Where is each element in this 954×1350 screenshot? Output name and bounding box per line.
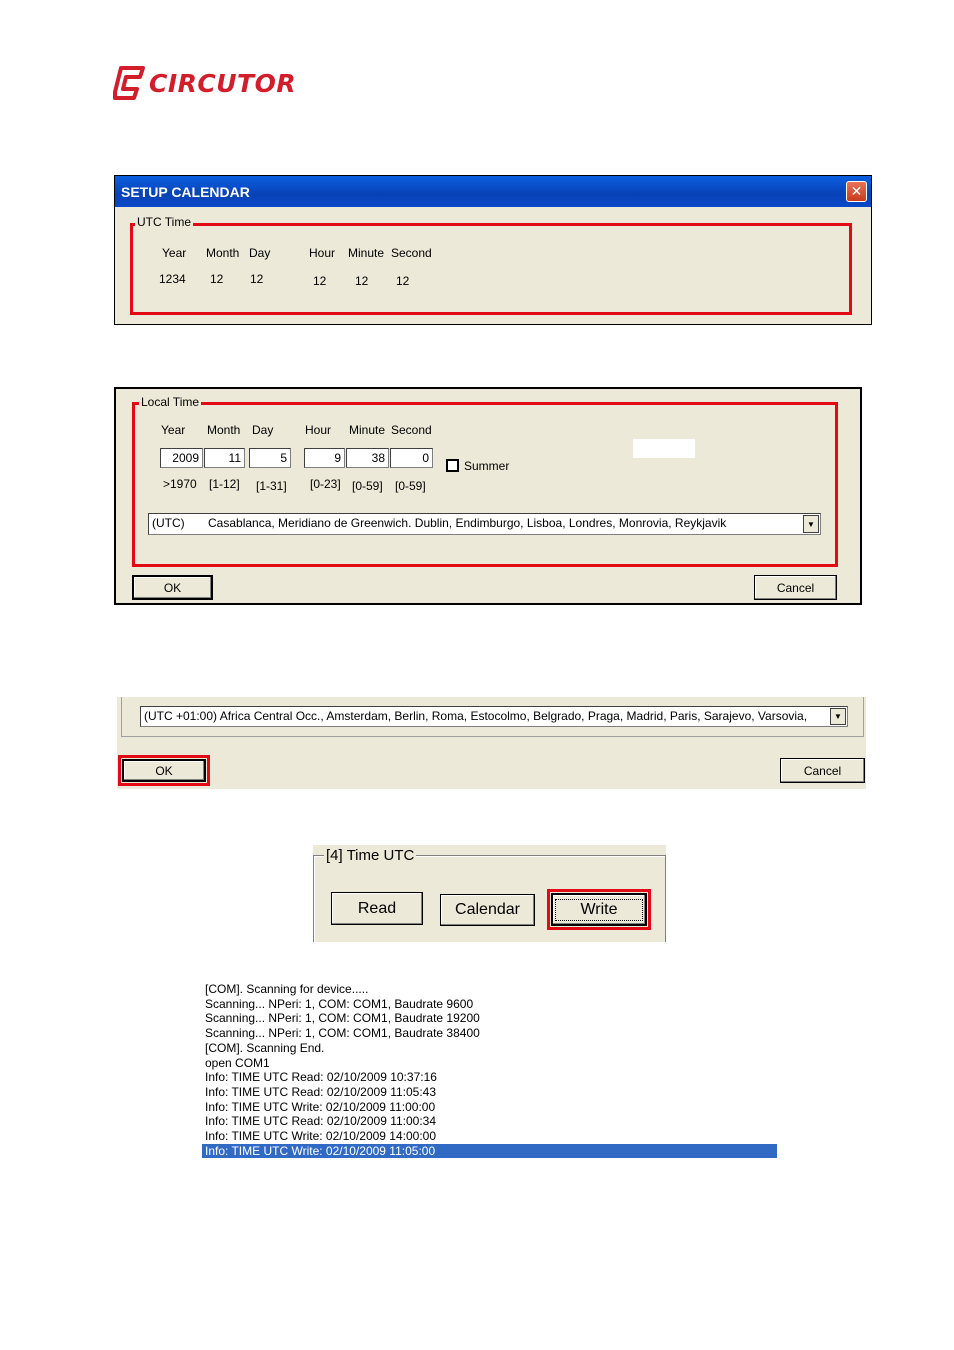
day-header: Day [249, 246, 271, 260]
day-header: Day [252, 423, 274, 437]
minute-range: [0-59] [352, 479, 383, 493]
hour-header: Hour [309, 246, 336, 260]
write-button-label: Write [555, 898, 643, 921]
read-button[interactable]: Read [331, 892, 423, 925]
local-time-dialog: Local Time Year Month Day Hour Minute Se… [114, 387, 862, 605]
list-item: Info: TIME UTC Read: 02/10/2009 11:05:43 [205, 1084, 437, 1099]
list-item: Scanning... NPeri: 1, COM: COM1, Baudrat… [205, 996, 474, 1011]
second-header: Second [391, 423, 432, 437]
second-range: [0-59] [395, 479, 426, 493]
year-value: 1234 [159, 272, 186, 286]
month-input[interactable]: 11 [204, 448, 245, 468]
company-logo: CIRCUTOR [113, 66, 296, 100]
list-item: Scanning... NPeri: 1, COM: COM1, Baudrat… [205, 1026, 480, 1041]
timezone-text: (UTC +01:00) Africa Central Occ., Amster… [144, 709, 808, 723]
ok-button[interactable]: OK [132, 575, 213, 600]
day-value: 12 [250, 272, 264, 286]
hour-header: Hour [305, 423, 332, 437]
timezone-select[interactable]: (UTC +01:00) Africa Central Occ., Amster… [140, 706, 848, 727]
second-input[interactable]: 0 [390, 448, 433, 468]
calendar-button[interactable]: Calendar [440, 894, 535, 926]
hour-value: 12 [313, 274, 327, 288]
summer-label: Summer [464, 459, 510, 473]
list-item: Info: TIME UTC Write: 02/10/2009 11:00:0… [205, 1099, 436, 1114]
minute-header: Minute [348, 246, 385, 260]
log-list[interactable]: [COM]. Scanning for device..... Scanning… [202, 982, 777, 1159]
minute-header: Minute [349, 423, 386, 437]
cancel-button[interactable]: Cancel [780, 758, 865, 783]
chevron-down-icon[interactable]: ▼ [830, 708, 846, 725]
timezone-code: (UTC) [152, 516, 185, 530]
blank-panel [633, 439, 695, 458]
minute-input[interactable]: 38 [346, 448, 389, 468]
year-header: Year [161, 423, 186, 437]
list-item: Info: TIME UTC Read: 02/10/2009 10:37:16 [205, 1070, 437, 1085]
dialog-title: SETUP CALENDAR [121, 183, 250, 200]
month-header: Month [206, 246, 240, 260]
year-header: Year [162, 246, 187, 260]
list-item-selected[interactable]: Info: TIME UTC Write: 02/10/2009 11:05:0… [202, 1143, 777, 1159]
circutor-logo-icon [113, 66, 145, 100]
summer-checkbox[interactable] [446, 459, 459, 472]
timezone-text: Casablanca, Meridiano de Greenwich. Dubl… [208, 516, 727, 530]
day-input[interactable]: 5 [249, 448, 291, 468]
dialog-titlebar[interactable]: SETUP CALENDAR [115, 176, 871, 207]
month-range: [1-12] [209, 477, 240, 491]
ok-button[interactable]: OK [122, 759, 206, 782]
setup-calendar-dialog: SETUP CALENDAR ✕ UTC Time Year Month Day… [114, 175, 872, 325]
month-header: Month [207, 423, 241, 437]
logo-text: CIRCUTOR [149, 68, 297, 98]
chevron-down-icon[interactable]: ▼ [803, 515, 819, 533]
list-item: Info: TIME UTC Write: 02/10/2009 14:00:0… [205, 1129, 437, 1143]
year-range: >1970 [163, 477, 197, 491]
utc-time-group [130, 223, 852, 315]
day-range: [1-31] [256, 479, 287, 493]
year-input[interactable]: 2009 [160, 448, 203, 468]
list-item: [COM]. Scanning End. [205, 1040, 325, 1055]
list-item: Scanning... NPeri: 1, COM: COM1, Baudrat… [205, 1011, 480, 1026]
list-item: [COM]. Scanning for device..... [205, 982, 369, 996]
write-button[interactable]: Write [551, 893, 647, 926]
cancel-button[interactable]: Cancel [754, 575, 837, 600]
timezone-crop-panel: (UTC +01:00) Africa Central Occ., Amster… [117, 697, 866, 789]
time-utc-group-label: [4] Time UTC [324, 847, 417, 864]
close-icon[interactable]: ✕ [846, 181, 867, 202]
minute-value: 12 [355, 274, 369, 288]
timezone-select[interactable]: (UTC) Casablanca, Meridiano de Greenwich… [148, 513, 821, 535]
hour-input[interactable]: 9 [304, 448, 345, 468]
second-header: Second [391, 246, 432, 260]
time-utc-panel: [4] Time UTC Read Calendar Write [313, 845, 666, 942]
hour-range: [0-23] [310, 477, 341, 491]
list-item: Info: TIME UTC Read: 02/10/2009 11:00:34 [205, 1114, 437, 1129]
local-time-group-label: Local Time [139, 395, 202, 409]
utc-time-group-label: UTC Time [135, 215, 193, 229]
second-value: 12 [396, 274, 410, 288]
list-item: open COM1 [205, 1055, 270, 1070]
month-value: 12 [210, 272, 224, 286]
